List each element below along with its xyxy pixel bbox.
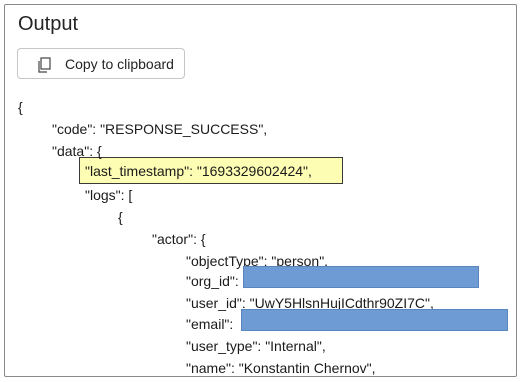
panel-title: Output	[18, 13, 79, 35]
json-line: "actor": {	[152, 231, 206, 247]
redaction-block-email	[241, 309, 508, 331]
json-line: "logs": [	[85, 187, 133, 203]
redaction-block-org-id	[243, 266, 479, 288]
json-line: "name": "Konstantin Chernov",	[186, 360, 376, 376]
copy-to-clipboard-button[interactable]: Copy to clipboard	[17, 48, 185, 79]
json-line: "code": "RESPONSE_SUCCESS",	[52, 121, 268, 137]
json-line: "data": {	[52, 143, 102, 159]
copy-icon	[38, 57, 51, 73]
json-line: {	[18, 99, 23, 115]
json-line: {	[118, 209, 123, 225]
json-line: "email":	[186, 316, 234, 332]
json-line: "user_type": "Internal",	[186, 338, 326, 354]
output-panel: Output Copy to clipboard { "code": "RESP…	[4, 4, 517, 377]
json-line: "last_timestamp": "1693329602424",	[85, 163, 312, 179]
copy-button-label: Copy to clipboard	[65, 56, 174, 72]
json-line: "org_id":	[186, 273, 239, 289]
